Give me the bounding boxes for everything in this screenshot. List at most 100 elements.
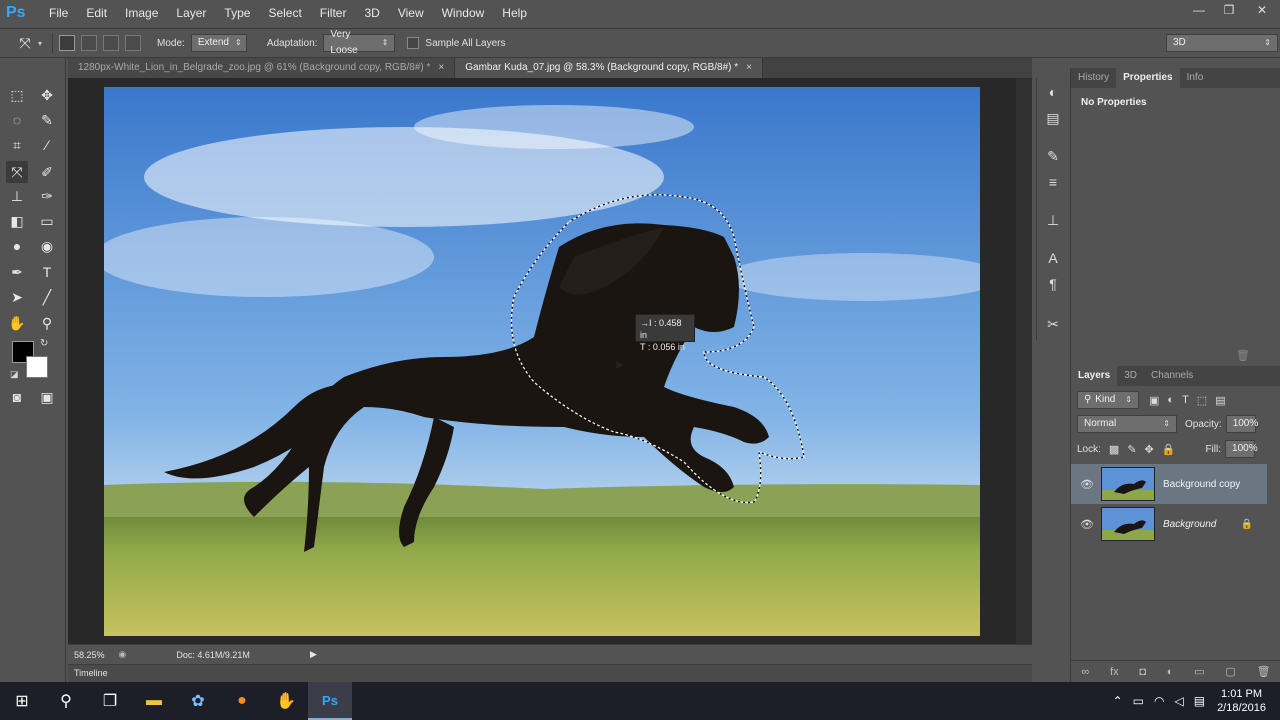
menu-select[interactable]: Select xyxy=(259,0,310,26)
visibility-eye-icon[interactable]: 👁 xyxy=(1077,518,1097,531)
layer-background-copy[interactable]: 👁 Background copy xyxy=(1071,464,1267,504)
filter-smart-icon[interactable]: ▤ xyxy=(1215,394,1225,407)
tab-white-lion[interactable]: 1280px-White_Lion_in_Belgrade_zoo.jpg @ … xyxy=(68,58,456,78)
blur-tool-icon[interactable]: ● xyxy=(6,235,28,257)
lock-all-icon[interactable]: 🔒 xyxy=(1162,443,1176,456)
tab-gambar-kuda[interactable]: Gambar Kuda_07.jpg @ 58.3% (Background c… xyxy=(455,58,763,78)
type-tool-icon[interactable]: T xyxy=(36,261,58,283)
swap-colors-icon[interactable]: ↻ xyxy=(40,338,48,349)
gradient-tool-icon[interactable]: ▭ xyxy=(36,210,58,232)
tool-preset-chevron-icon[interactable]: ▾ xyxy=(38,39,42,48)
clone-source-icon[interactable]: ⊥ xyxy=(1043,210,1063,230)
timeline-panel-header[interactable]: Timeline xyxy=(68,664,1032,682)
path-selection-icon[interactable]: ➤ xyxy=(6,286,28,308)
filter-pixel-icon[interactable]: ▣ xyxy=(1149,394,1159,407)
layer-background[interactable]: 👁 Background 🔒 xyxy=(1071,504,1267,544)
menu-edit[interactable]: Edit xyxy=(77,0,116,26)
trash-icon[interactable]: 🗑 xyxy=(1236,349,1250,362)
notifications-icon[interactable]: ▤ xyxy=(1194,694,1205,708)
status-expand-arrow-icon[interactable]: ▶ xyxy=(310,649,317,660)
paragraph-icon[interactable]: ¶ xyxy=(1043,274,1063,294)
status-menu-icon[interactable]: ◉ xyxy=(119,649,127,660)
delete-layer-icon[interactable]: 🗑 xyxy=(1257,665,1271,678)
adaptation-dropdown[interactable]: Very Loose ⇕ xyxy=(323,29,396,56)
zoom-tool-icon[interactable]: ⚲ xyxy=(36,312,58,334)
menu-image[interactable]: Image xyxy=(116,0,167,26)
lock-pixels-icon[interactable]: ✎ xyxy=(1127,443,1136,456)
filter-type-icon[interactable]: T xyxy=(1182,394,1189,406)
paint-app-icon[interactable]: ✿ xyxy=(176,682,220,720)
eraser-tool-icon[interactable]: ◧ xyxy=(6,210,28,232)
menu-3d[interactable]: 3D xyxy=(355,0,388,26)
menu-view[interactable]: View xyxy=(389,0,433,26)
add-mask-icon[interactable]: ◘ xyxy=(1139,666,1146,678)
stamp-tool-icon[interactable]: ⊥ xyxy=(6,185,28,207)
lock-position-icon[interactable]: ✥ xyxy=(1145,443,1154,456)
quick-mask-icon[interactable]: ◙ xyxy=(6,386,28,408)
content-aware-move-tool-icon[interactable]: ⤧ xyxy=(6,161,28,183)
new-selection-button[interactable] xyxy=(59,35,76,51)
dodge-tool-icon[interactable]: ◉ xyxy=(36,235,58,257)
mode-dropdown[interactable]: Extend ⇕ xyxy=(190,34,247,52)
new-group-icon[interactable]: ▭ xyxy=(1194,665,1204,678)
default-colors-icon[interactable]: ◪ xyxy=(10,369,19,380)
link-layers-icon[interactable]: ∞ xyxy=(1081,666,1089,678)
restore-button[interactable]: ❐ xyxy=(1214,0,1244,20)
firefox-icon[interactable]: ● xyxy=(220,682,264,720)
opacity-input[interactable]: 100% xyxy=(1225,415,1258,433)
character-icon[interactable]: A xyxy=(1043,248,1063,268)
lock-transparent-icon[interactable]: ▩ xyxy=(1109,443,1119,456)
fill-input[interactable]: 100% xyxy=(1225,440,1258,458)
intersect-selection-button[interactable] xyxy=(125,35,142,51)
app-hand-icon[interactable]: ✋ xyxy=(264,682,308,720)
menu-filter[interactable]: Filter xyxy=(311,0,356,26)
tab-layers[interactable]: Layers xyxy=(1071,366,1118,386)
marquee-tool-icon[interactable]: ⬚ xyxy=(6,84,28,106)
pen-tool-icon[interactable]: ✒ xyxy=(6,261,28,283)
clock[interactable]: 1:01 PM 2/18/2016 xyxy=(1217,687,1266,715)
close-button[interactable]: ✕ xyxy=(1244,0,1280,20)
adjustments-icon[interactable]: ◐ xyxy=(1043,82,1063,102)
sliders-icon[interactable]: ≡ xyxy=(1043,172,1063,192)
tab-3d[interactable]: 3D xyxy=(1117,366,1144,386)
visibility-eye-icon[interactable]: 👁 xyxy=(1077,478,1097,491)
tray-chevron-icon[interactable]: ⌃ xyxy=(1113,694,1123,708)
zoom-level[interactable]: 58.25% xyxy=(74,650,105,660)
eyedropper-tool-icon[interactable]: ⁄ xyxy=(36,134,58,156)
document-image[interactable] xyxy=(104,87,980,636)
task-view-icon[interactable]: ❐ xyxy=(88,682,132,720)
line-tool-icon[interactable]: ╱ xyxy=(36,286,58,308)
tab-history[interactable]: History xyxy=(1071,68,1116,88)
tab-properties[interactable]: Properties xyxy=(1116,68,1180,88)
brush-tool-icon[interactable]: ✐ xyxy=(36,161,58,183)
vertical-scrollbar[interactable] xyxy=(1016,78,1032,644)
quick-selection-icon[interactable]: ✎ xyxy=(36,109,58,131)
menu-layer[interactable]: Layer xyxy=(167,0,215,26)
volume-icon[interactable]: ◁ xyxy=(1174,694,1183,708)
menu-file[interactable]: File xyxy=(40,0,77,26)
new-adjustment-icon[interactable]: ◐ xyxy=(1167,666,1174,678)
tab-channels[interactable]: Channels xyxy=(1144,366,1200,386)
move-tool-icon[interactable]: ✥ xyxy=(36,84,58,106)
close-tab-icon[interactable]: × xyxy=(438,62,444,73)
menu-type[interactable]: Type xyxy=(215,0,259,26)
properties-icon[interactable]: ▤ xyxy=(1043,108,1063,128)
hand-tool-icon[interactable]: ✋ xyxy=(6,312,28,334)
new-layer-icon[interactable]: ▢ xyxy=(1225,665,1235,678)
add-selection-button[interactable] xyxy=(81,35,98,51)
subtract-selection-button[interactable] xyxy=(103,35,120,51)
start-button-icon[interactable]: ⊞ xyxy=(0,682,44,720)
background-color-swatch[interactable] xyxy=(26,356,48,378)
tools-icon[interactable]: ✂ xyxy=(1043,314,1063,334)
filter-kind-dropdown[interactable]: ⚲ Kind ⇕ xyxy=(1077,391,1139,409)
menu-help[interactable]: Help xyxy=(493,0,536,26)
content-aware-move-icon[interactable]: ⤧ xyxy=(14,32,36,54)
filter-shape-icon[interactable]: ⬚ xyxy=(1197,394,1207,407)
fx-icon[interactable]: fx xyxy=(1110,666,1119,678)
menu-window[interactable]: Window xyxy=(433,0,494,26)
blend-mode-dropdown[interactable]: Normal ⇕ xyxy=(1077,415,1177,433)
history-brush-icon[interactable]: ✑ xyxy=(36,185,58,207)
search-icon[interactable]: ⚲ xyxy=(44,682,88,720)
crop-tool-icon[interactable]: ⌗ xyxy=(6,134,28,156)
brush-presets-icon[interactable]: ✎ xyxy=(1043,146,1063,166)
